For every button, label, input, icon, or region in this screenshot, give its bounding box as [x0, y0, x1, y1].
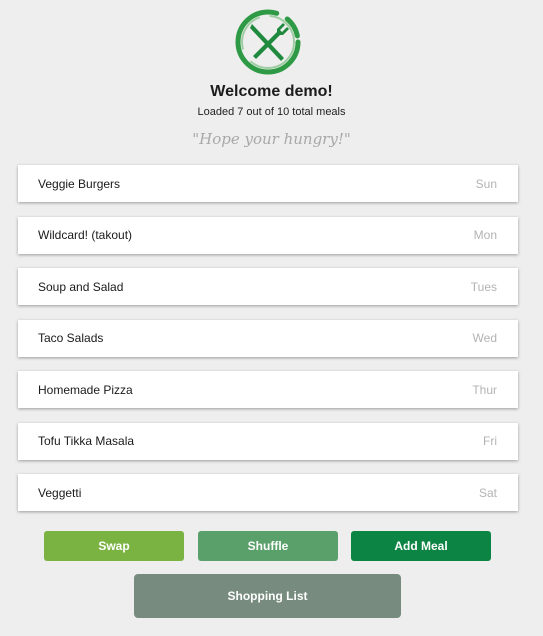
meal-day: Sun [475, 176, 497, 191]
meal-row[interactable]: Tofu Tikka Masala Fri [18, 422, 518, 460]
meal-row[interactable]: Veggie Burgers Sun [18, 165, 518, 202]
meal-day: Fri [483, 434, 497, 448]
meal-name: Soup and Salad [38, 279, 124, 294]
fork-knife-icon [235, 9, 301, 75]
header: Welcome demo! Loaded 7 out of 10 total m… [0, 0, 543, 160]
add-meal-button[interactable]: Add Meal [351, 531, 491, 561]
meal-name: Veggetti [38, 485, 82, 500]
shopping-list-button[interactable]: Shopping List [134, 574, 401, 618]
meal-day: Wed [472, 331, 497, 345]
welcome-title: Welcome demo! [210, 83, 333, 100]
meal-day: Thur [472, 382, 497, 397]
meal-name: Wildcard! (takout) [38, 228, 133, 242]
meal-name: Veggie Burgers [38, 176, 121, 191]
tagline-quote: "Hope your hungry!" [192, 130, 351, 148]
meal-name: Tofu Tikka Masala [38, 434, 135, 448]
meal-row[interactable]: Soup and Salad Tues [18, 268, 518, 305]
meal-row[interactable]: Wildcard! (takout) Mon [18, 216, 518, 254]
meal-name: Taco Salads [38, 331, 104, 345]
meal-day: Tues [470, 279, 497, 294]
shuffle-button[interactable]: Shuffle [198, 531, 338, 561]
meal-day: Mon [473, 228, 497, 242]
meal-row[interactable]: Homemade Pizza Thur [18, 371, 518, 408]
meal-row[interactable]: Veggetti Sat [18, 474, 518, 511]
meal-name: Homemade Pizza [38, 382, 133, 397]
meal-row[interactable]: Taco Salads Wed [18, 319, 518, 357]
swap-button[interactable]: Swap [44, 531, 184, 561]
meal-list: Veggie Burgers Sun Wildcard! (takout) Mo… [18, 165, 518, 526]
meal-day: Sat [478, 485, 497, 500]
loaded-count: Loaded 7 out of 10 total meals [197, 106, 346, 118]
